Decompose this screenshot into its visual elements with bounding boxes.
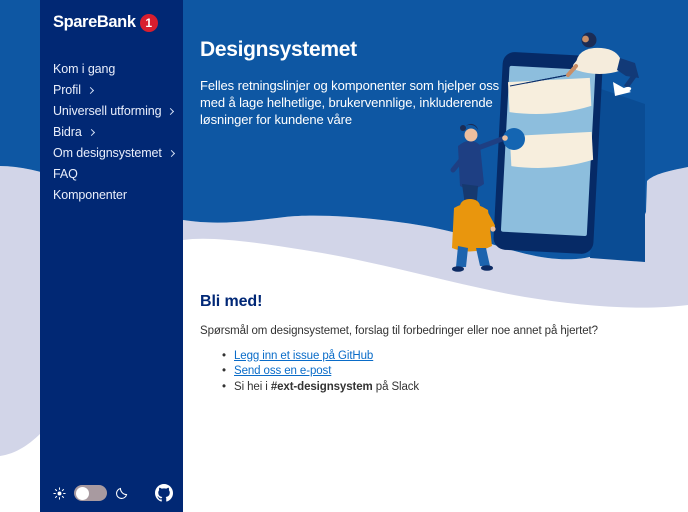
page-title: Designsystemet <box>200 38 357 61</box>
giant-phone <box>493 52 603 254</box>
sidebar-item-kom-i-gang[interactable]: Kom i gang <box>53 58 183 79</box>
github-issue-link[interactable]: Legg inn et issue på GitHub <box>234 350 373 362</box>
join-heading: Bli med! <box>200 293 263 310</box>
sun-icon <box>53 486 66 500</box>
chevron-right-icon <box>167 149 175 157</box>
github-link[interactable] <box>155 484 173 502</box>
join-section: Bli med! Spørsmål om designsystemet, for… <box>200 293 620 395</box>
sidebar-item-komponenter[interactable]: Komponenter <box>53 184 183 205</box>
sidebar-item-label: Komponenter <box>53 187 127 202</box>
github-icon <box>155 484 173 502</box>
hero-section: Designsystemet Felles retningslinjer og … <box>200 38 499 128</box>
page: SpareBank 1 Kom i gang Profil Universell… <box>0 0 688 512</box>
email-link[interactable]: Send oss en e-post <box>234 365 331 377</box>
sidebar-item-label: Bidra <box>53 124 82 139</box>
join-list: Legg inn et issue på GitHub Send oss en … <box>222 349 620 396</box>
list-item: Send oss en e-post <box>222 364 620 380</box>
slack-text-suffix: på Slack <box>372 380 420 393</box>
hero-subtitle-line: løsninger for kundene våre <box>200 112 353 127</box>
sidebar-item-bidra[interactable]: Bidra <box>53 121 183 142</box>
sparebank-logo[interactable]: SpareBank 1 <box>53 13 183 32</box>
sidebar-item-label: Om designsystemet <box>53 145 162 160</box>
logo-text: SpareBank <box>53 13 136 31</box>
hero-subtitle: Felles retningslinjer og komponenter som… <box>200 77 499 128</box>
sidebar-item-om-designsystemet[interactable]: Om designsystemet <box>53 142 183 163</box>
sidebar-item-profil[interactable]: Profil <box>53 79 183 100</box>
chevron-right-icon <box>86 86 94 94</box>
moon-icon <box>116 487 128 499</box>
join-intro: Spørsmål om designsystemet, forslag til … <box>200 325 598 337</box>
sidebar-item-label: Universell utforming <box>53 103 162 118</box>
theme-toggle[interactable] <box>74 485 107 501</box>
hero-subtitle-line: Felles retningslinjer og komponenter som… <box>200 78 500 93</box>
list-item: Si hei i #ext-designsystem på Slack <box>222 380 620 396</box>
list-item: Legg inn et issue på GitHub <box>222 349 620 365</box>
hero-subtitle-line: med å lage helhetlige, brukervennlige, i… <box>200 95 493 110</box>
sidebar-item-label: FAQ <box>53 166 78 181</box>
sidebar-item-label: Kom i gang <box>53 61 116 76</box>
theme-toggle-knob <box>76 486 89 500</box>
sidebar-item-universell-utforming[interactable]: Universell utforming <box>53 100 183 121</box>
chevron-right-icon <box>167 107 175 115</box>
sidebar-item-faq[interactable]: FAQ <box>53 163 183 184</box>
slack-channel-name: #ext-designsystem <box>270 380 373 393</box>
sidebar-item-label: Profil <box>53 82 81 97</box>
slack-text-prefix: Si hei i <box>234 380 271 393</box>
sidebar-nav: Kom i gang Profil Universell utforming B… <box>53 58 183 205</box>
logo-badge-1: 1 <box>139 13 158 32</box>
sidebar: SpareBank 1 Kom i gang Profil Universell… <box>40 0 183 512</box>
sidebar-footer <box>53 482 173 504</box>
chevron-right-icon <box>87 128 95 136</box>
